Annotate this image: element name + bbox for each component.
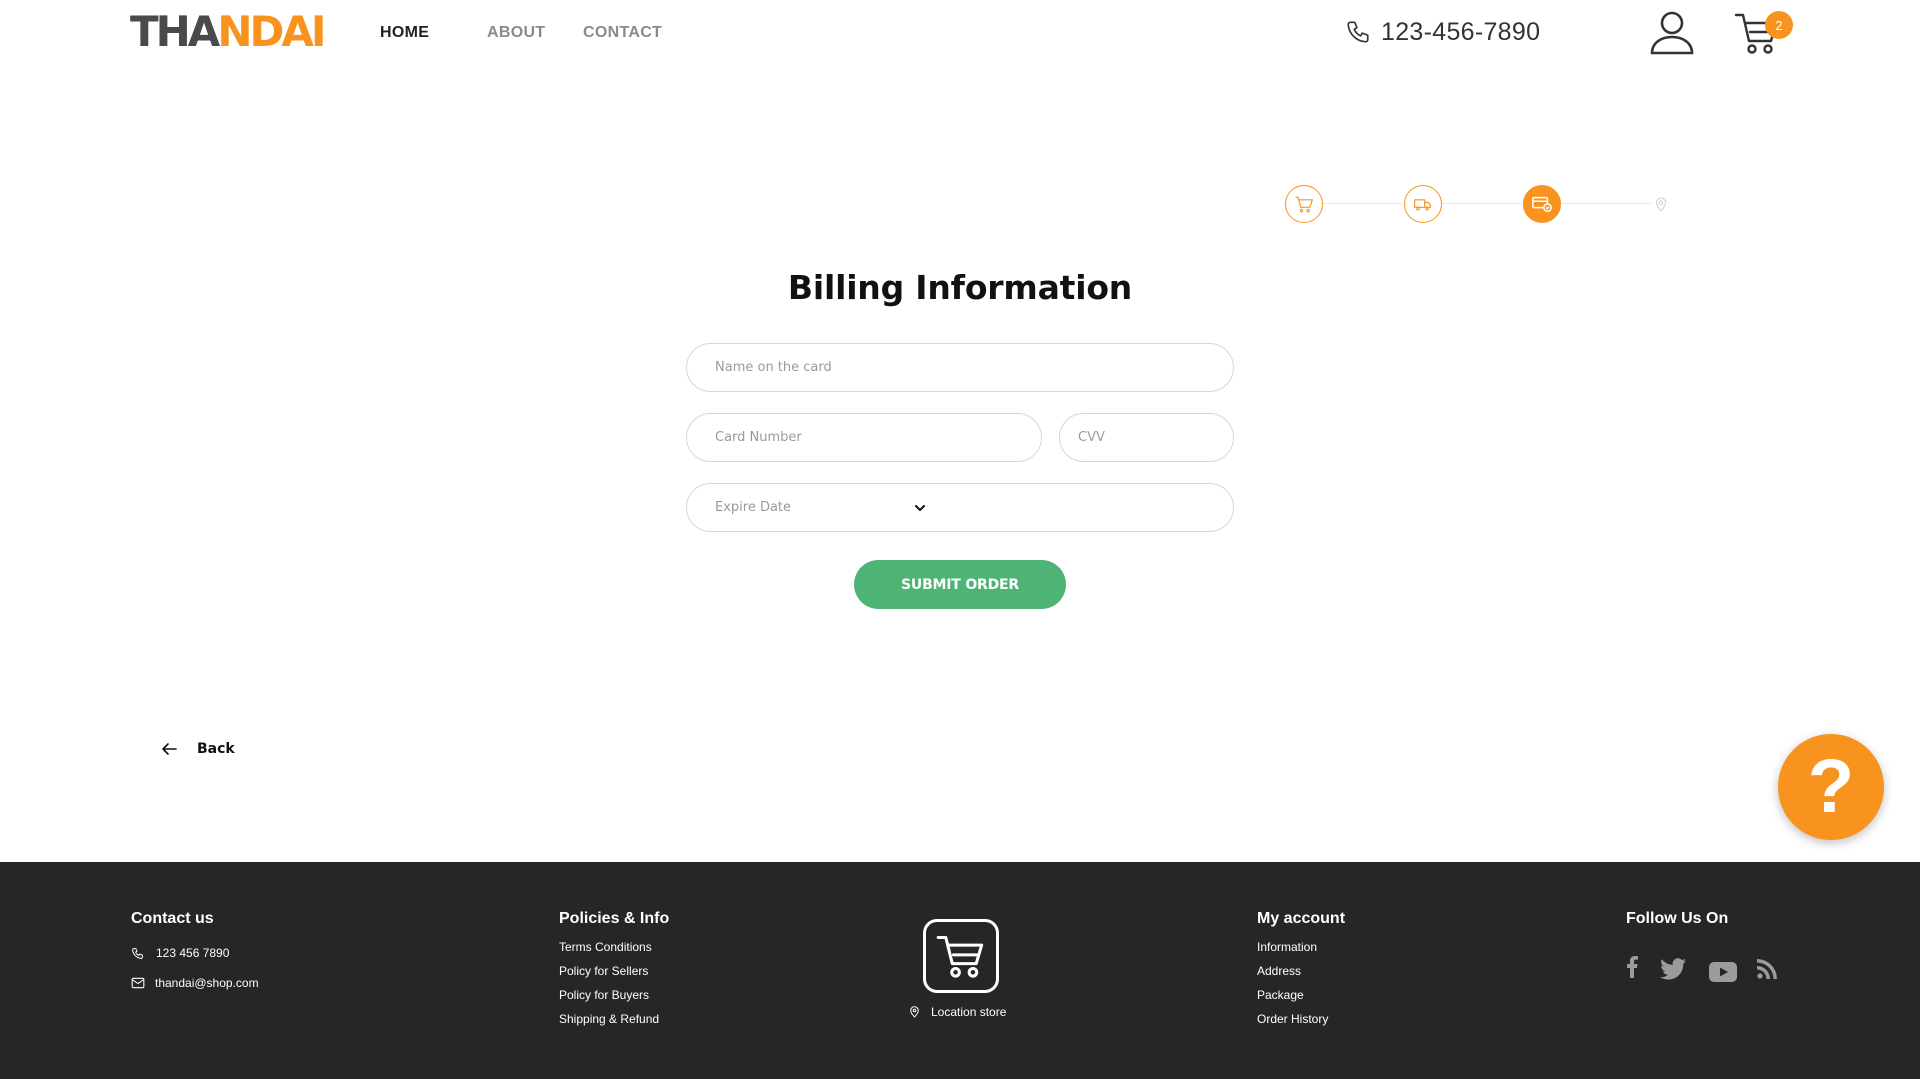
- footer-email-address: thandai@shop.com: [155, 976, 259, 990]
- youtube-icon[interactable]: [1709, 962, 1737, 982]
- footer-phone[interactable]: 123 456 7890: [131, 946, 229, 960]
- nav-about[interactable]: ABOUT: [487, 24, 545, 42]
- user-account-icon[interactable]: [1648, 8, 1696, 56]
- payment-card-icon: [1532, 196, 1552, 213]
- step-address[interactable]: [1642, 185, 1680, 223]
- store-logo[interactable]: [923, 919, 999, 993]
- cart-icon: [936, 936, 984, 978]
- stepper-line: [1561, 203, 1651, 204]
- location-pin-icon: [1655, 197, 1667, 212]
- nav-contact[interactable]: CONTACT: [583, 24, 662, 42]
- expire-date-select[interactable]: Expire Date: [686, 483, 1234, 532]
- footer-phone-number: 123 456 7890: [156, 946, 230, 960]
- phone-icon: [1347, 21, 1369, 43]
- submit-order-button[interactable]: SUBMIT ORDER: [854, 560, 1066, 609]
- mail-icon: [131, 977, 145, 989]
- footer-link-information[interactable]: Information: [1257, 940, 1317, 954]
- twitter-icon[interactable]: [1660, 958, 1686, 980]
- location-store-label: Location store: [931, 1004, 1007, 1019]
- footer-link-address[interactable]: Address: [1257, 964, 1301, 978]
- step-payment[interactable]: [1523, 185, 1561, 223]
- page-title: Billing Information: [787, 268, 1133, 307]
- card-name-input[interactable]: [686, 343, 1234, 392]
- logo-text-orange: NDAI: [217, 7, 326, 56]
- nav-home[interactable]: HOME: [380, 24, 429, 42]
- footer-link-shipping[interactable]: Shipping & Refund: [559, 1012, 659, 1026]
- step-shipping[interactable]: [1404, 185, 1442, 223]
- footer-contact-title: Contact us: [131, 910, 214, 927]
- cart-count-badge: 2: [1765, 11, 1793, 39]
- expire-date-label: Expire Date: [715, 500, 792, 515]
- footer-policies-title: Policies & Info: [559, 910, 670, 927]
- site-footer: Contact us 123 456 7890 thandai@shop.com…: [0, 862, 1920, 1079]
- facebook-icon[interactable]: [1626, 956, 1638, 978]
- location-pin-icon: [910, 1006, 919, 1018]
- site-header: THANDAI HOME ABOUT CONTACT 123-456-7890 …: [0, 0, 1920, 64]
- step-cart[interactable]: [1285, 185, 1323, 223]
- footer-follow-title: Follow Us On: [1626, 910, 1729, 927]
- footer-link-sellers[interactable]: Policy for Sellers: [559, 964, 648, 978]
- phone-icon: [132, 947, 143, 959]
- phone-number: 123-456-7890: [1381, 17, 1541, 46]
- cvv-input[interactable]: [1059, 413, 1234, 462]
- footer-account-title: My account: [1257, 910, 1346, 927]
- back-label: Back: [197, 741, 235, 757]
- chevron-down-icon: [915, 505, 925, 511]
- arrow-left-icon: [162, 743, 177, 755]
- footer-link-order-history[interactable]: Order History: [1257, 1012, 1328, 1026]
- brand-logo[interactable]: THANDAI: [130, 7, 326, 56]
- footer-link-buyers[interactable]: Policy for Buyers: [559, 988, 649, 1002]
- location-store-link[interactable]: Location store: [908, 1004, 1006, 1019]
- footer-email[interactable]: thandai@shop.com: [131, 976, 259, 990]
- truck-icon: [1414, 199, 1432, 211]
- rss-icon[interactable]: [1757, 959, 1777, 979]
- stepper-line: [1323, 203, 1403, 204]
- logo-text-dark: THA: [130, 7, 220, 56]
- footer-link-package[interactable]: Package: [1257, 988, 1304, 1002]
- footer-link-terms[interactable]: Terms Conditions: [559, 940, 652, 954]
- back-link[interactable]: Back: [161, 741, 235, 757]
- card-number-input[interactable]: [686, 413, 1042, 462]
- cart-icon: [1295, 196, 1313, 213]
- stepper-line: [1442, 203, 1522, 204]
- help-button[interactable]: ?: [1778, 734, 1884, 840]
- question-mark-icon: ?: [1807, 744, 1855, 829]
- header-phone[interactable]: 123-456-7890: [1345, 16, 1540, 48]
- checkout-stepper: [1285, 185, 1667, 223]
